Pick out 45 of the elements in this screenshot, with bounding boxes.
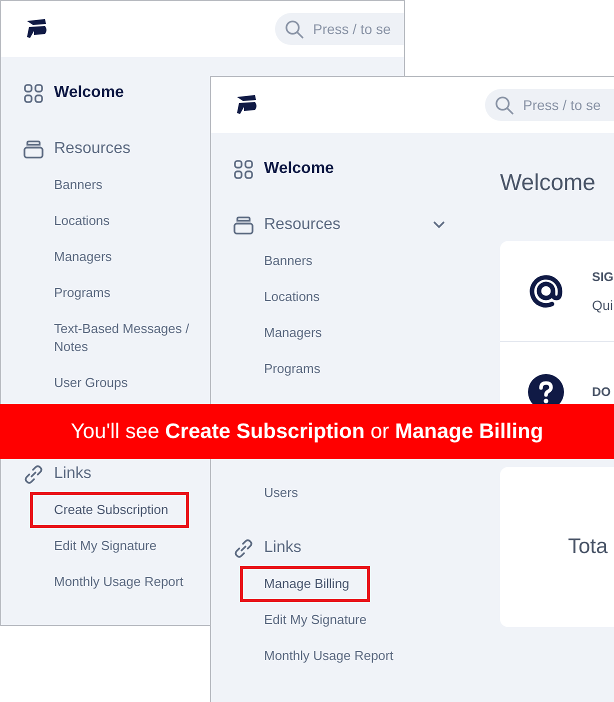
sidebar-link[interactable]: Manage Billing: [240, 566, 370, 602]
link-icon: [233, 538, 254, 558]
sidebar-link[interactable]: Managers: [30, 239, 119, 275]
stat-label: Tota: [568, 535, 608, 559]
search-icon: [285, 20, 304, 39]
card-heading: DO: [592, 385, 611, 399]
section-label[interactable]: Resources: [264, 216, 340, 234]
welcome-label: Welcome: [264, 160, 334, 178]
stack-icon: [233, 216, 254, 234]
logo-icon: [235, 94, 259, 116]
sidebar-link[interactable]: Programs: [240, 351, 328, 387]
logo-icon: [25, 18, 49, 40]
page-title: Welcome: [500, 169, 596, 196]
grid-icon: [234, 160, 253, 178]
grid-icon: [24, 84, 43, 102]
sidebar-link[interactable]: User Groups: [30, 365, 135, 401]
link-icon: [23, 464, 44, 484]
sidebar-link[interactable]: Monthly Usage Report: [240, 638, 400, 674]
card-heading: SIG: [592, 270, 614, 284]
sidebar-link[interactable]: Programs: [30, 275, 118, 311]
sidebar-link[interactable]: Banners: [30, 167, 110, 203]
section-label[interactable]: Links: [54, 465, 92, 483]
stack-icon: [23, 140, 44, 158]
sidebar-link[interactable]: Locations: [30, 203, 117, 239]
sidebar-link[interactable]: Managers: [240, 315, 329, 351]
chevron-down-icon[interactable]: [433, 221, 445, 229]
welcome-label: Welcome: [54, 84, 124, 102]
sidebar-link[interactable]: Monthly Usage Report: [30, 564, 190, 600]
search-field[interactable]: Press / to se: [485, 89, 614, 121]
section-label[interactable]: Resources: [54, 140, 130, 158]
sidebar-link[interactable]: Text-Based Messages / Notes: [30, 311, 210, 365]
sidebar-link[interactable]: Edit My Signature: [30, 528, 164, 564]
card-text: Qui: [592, 298, 614, 312]
welcome-nav-item[interactable]: Welcome: [234, 151, 334, 187]
welcome-nav-item[interactable]: Welcome: [24, 75, 124, 111]
sidebar-link[interactable]: Locations: [240, 279, 327, 315]
caption-text: You'll see Create Subscription or Manage Billing: [70, 420, 544, 444]
section-label[interactable]: Links: [264, 539, 302, 557]
search-field[interactable]: Press / to se: [275, 13, 404, 45]
search-icon: [495, 96, 514, 115]
sidebar-link[interactable]: Edit My Signature: [240, 602, 374, 638]
sidebar-link[interactable]: Banners: [240, 243, 320, 279]
sidebar-link[interactable]: Users: [240, 475, 305, 511]
sidebar-link[interactable]: Create Subscription: [30, 492, 190, 528]
at-sign-icon: [528, 273, 564, 309]
